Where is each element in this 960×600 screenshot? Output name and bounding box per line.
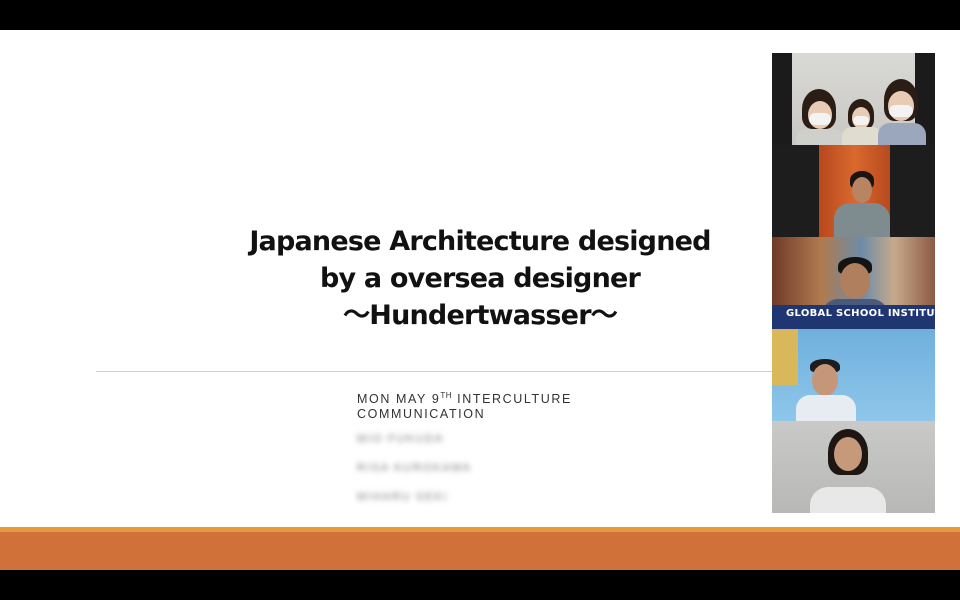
participant-body <box>842 127 882 145</box>
slide-subtitle: MON MAY 9TH INTERCULTURE COMMUNICATION <box>357 388 617 422</box>
face-mask <box>889 105 913 117</box>
footer-bar <box>0 532 960 570</box>
participant-face <box>834 437 862 471</box>
wall-poster <box>772 329 798 385</box>
participant-face <box>812 364 838 396</box>
participant-face <box>840 263 870 299</box>
presenter-name-blurred: RISA KUROKAWA <box>357 462 472 474</box>
participant-body <box>834 203 890 237</box>
participant-video-1[interactable] <box>772 53 935 145</box>
slide-title: Japanese Architecture designed by a over… <box>200 223 760 334</box>
slide-title-line-3: ～Hundertwasser～ <box>343 300 618 331</box>
participant-body <box>796 395 856 421</box>
face-mask <box>809 113 831 125</box>
face-mask <box>853 116 869 125</box>
participant-video-5[interactable] <box>772 421 935 513</box>
slide-title-line-2: by a oversea designer <box>319 263 641 294</box>
participant-face <box>852 177 872 203</box>
participant-body <box>796 129 844 145</box>
participant-video-4[interactable] <box>772 329 935 421</box>
presenter-names: MIO FUKUDA RISA KUROKAWA MIHARU SEKI <box>357 432 472 519</box>
title-divider <box>96 371 772 372</box>
participant-video-3[interactable]: GLOBAL SCHOOL INSTITUTE <box>772 237 935 329</box>
presenter-name-blurred: MIO FUKUDA <box>357 433 445 445</box>
participant-video-2[interactable] <box>772 145 935 237</box>
presenter-name-blurred: MIHARU SEKI <box>357 491 449 503</box>
participant-body <box>878 123 926 145</box>
letterbox-bottom <box>0 570 960 600</box>
video-gallery: GLOBAL SCHOOL INSTITUTE <box>772 53 935 513</box>
subtitle-date: MON MAY 9 <box>357 392 441 406</box>
letterbox-top <box>0 0 960 30</box>
subtitle-date-suffix: TH <box>440 391 453 400</box>
slide-title-line-1: Japanese Architecture designed <box>249 226 711 257</box>
participant-body <box>810 487 886 513</box>
banner-text: GLOBAL SCHOOL INSTITUTE <box>786 308 935 319</box>
